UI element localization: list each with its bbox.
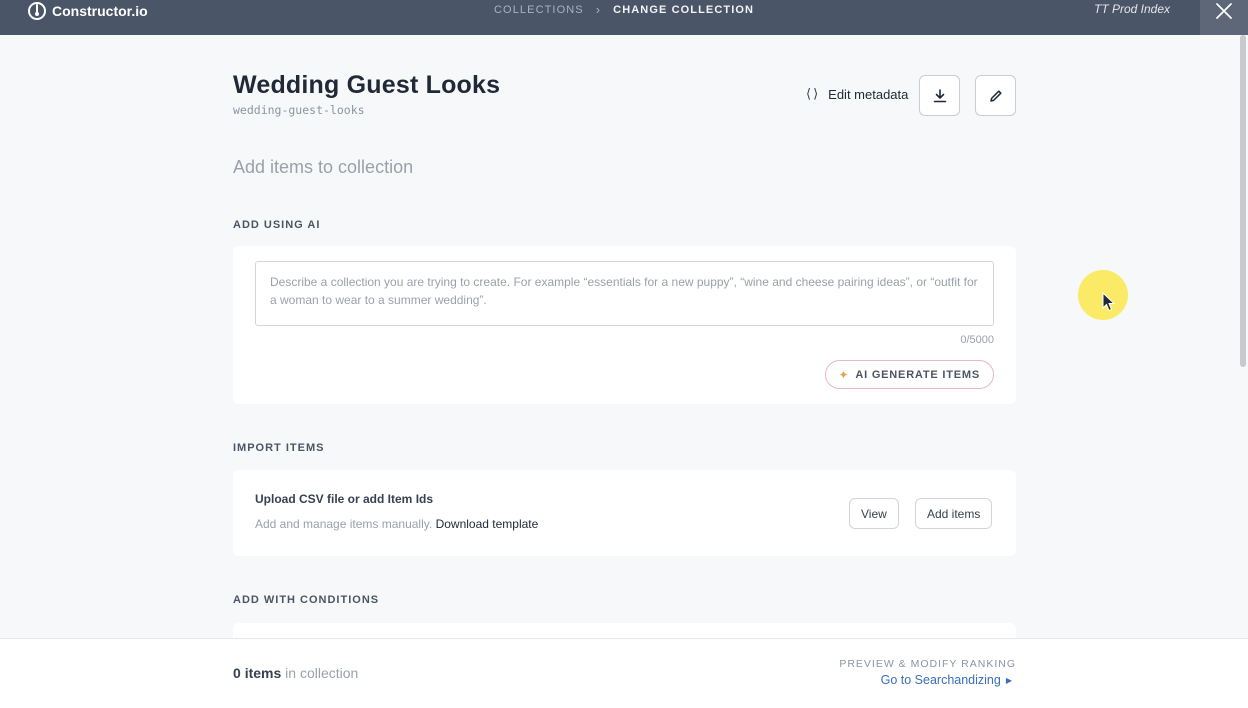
scrollbar[interactable] [1238, 35, 1248, 638]
close-icon [1216, 3, 1232, 19]
download-template-link[interactable]: Download template [436, 517, 539, 531]
mouse-cursor-icon [1102, 292, 1116, 312]
pencil-icon [989, 89, 1002, 102]
magic-wand-icon: ✦ [838, 367, 850, 382]
brand-logo[interactable]: Constructor.io [27, 0, 148, 22]
chevron-right-icon: › [595, 2, 602, 17]
power-logo-icon [28, 2, 46, 20]
preview-ranking-label: PREVIEW & MODIFY RANKING [839, 658, 1016, 670]
edit-button[interactable] [975, 75, 1016, 116]
import-section-label: IMPORT ITEMS [233, 442, 325, 454]
add-items-heading: Add items to collection [233, 157, 414, 177]
item-count: 0 items in collection [233, 665, 358, 681]
import-subtitle-text: Add and manage items manually. [255, 517, 433, 531]
collection-slug: wedding-guest-looks [233, 103, 365, 117]
go-to-searchandizing-label: Go to Searchandizing [880, 673, 1001, 687]
ai-section-label: ADD USING AI [233, 219, 321, 231]
code-braces-icon: ⟨⟩ [806, 86, 821, 101]
download-button[interactable] [919, 75, 960, 116]
scrollbar-thumb[interactable] [1240, 35, 1246, 367]
ai-generate-button[interactable]: ✦ AI GENERATE ITEMS [824, 360, 994, 389]
edit-metadata-button[interactable]: ⟨⟩ Edit metadata [806, 86, 908, 102]
brand-name: Constructor.io [52, 3, 148, 19]
import-title: Upload CSV file or add Item Ids [255, 492, 434, 506]
caret-right-icon: ▶ [1005, 675, 1012, 685]
breadcrumb-collections[interactable]: COLLECTIONS [494, 4, 584, 16]
edit-metadata-label: Edit metadata [828, 86, 909, 102]
top-bar: Constructor.io COLLECTIONS › CHANGE COLL… [0, 0, 1248, 35]
view-button[interactable]: View [849, 498, 899, 529]
download-icon [933, 88, 946, 102]
breadcrumb: COLLECTIONS › CHANGE COLLECTION [494, 2, 754, 17]
item-count-number: 0 [233, 665, 241, 681]
import-card: Upload CSV file or add Item Ids Add and … [233, 470, 1016, 556]
index-name[interactable]: TT Prod Index [1094, 2, 1170, 16]
add-items-button[interactable]: Add items [915, 498, 993, 529]
ai-prompt-textarea[interactable]: Describe a collection you are trying to … [255, 261, 994, 326]
go-to-searchandizing-link[interactable]: Go to Searchandizing ▶ [881, 673, 1012, 687]
footer-bar: 0 items in collection PREVIEW & MODIFY R… [0, 638, 1248, 708]
conditions-section-label: ADD WITH CONDITIONS [233, 594, 380, 606]
ai-generate-label: AI GENERATE ITEMS [855, 368, 980, 381]
char-count: 0/5000 [960, 334, 994, 346]
breadcrumb-change-collection: CHANGE COLLECTION [613, 3, 755, 16]
close-button[interactable] [1200, 0, 1248, 35]
import-subtitle: Add and manage items manually. Download … [255, 517, 538, 531]
page-title: Wedding Guest Looks [233, 71, 501, 99]
item-count-unit: items [244, 665, 282, 681]
ai-card: Describe a collection you are trying to … [233, 246, 1016, 404]
item-count-suffix: in collection [285, 665, 359, 681]
